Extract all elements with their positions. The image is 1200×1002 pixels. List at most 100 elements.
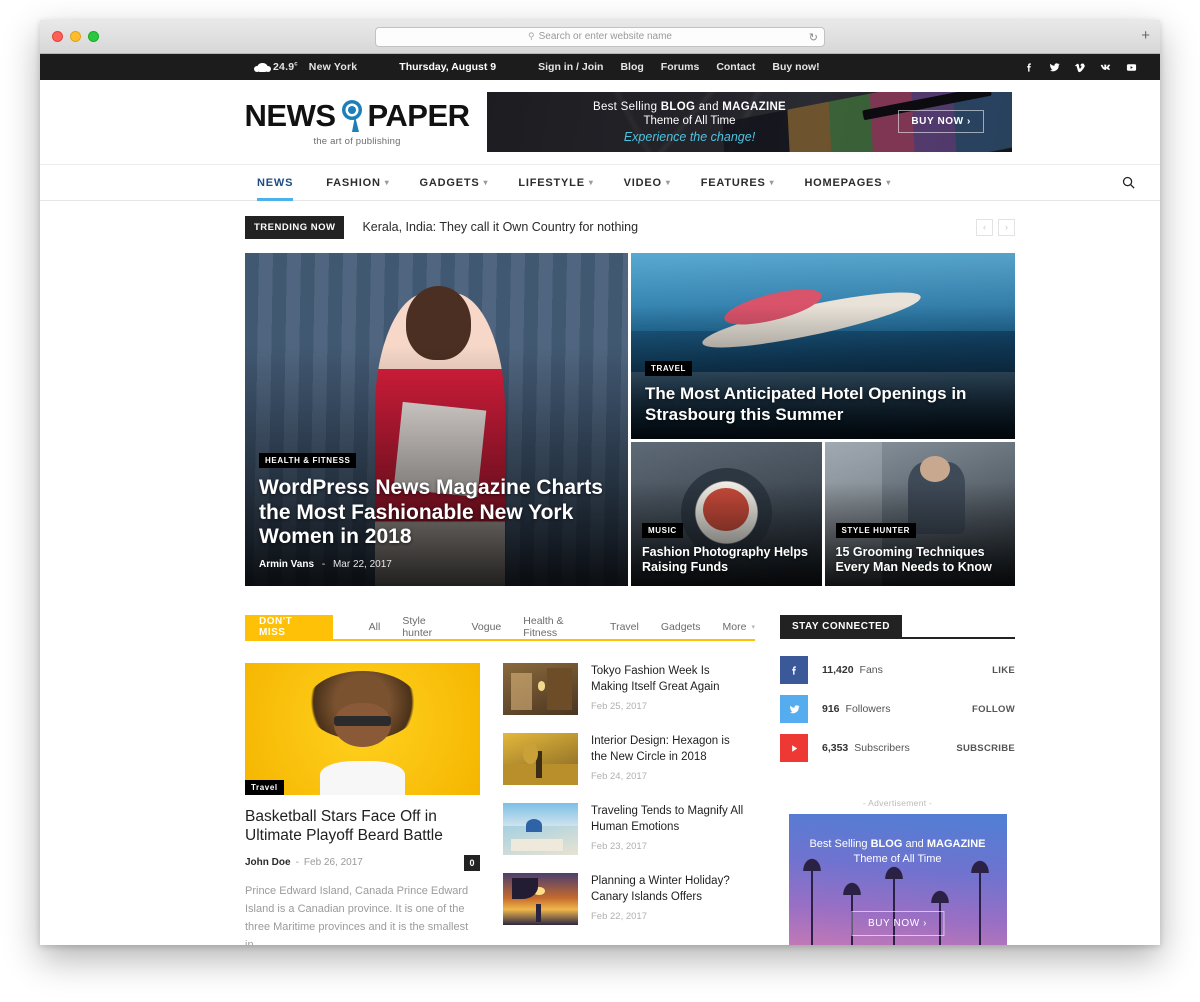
list-item-title[interactable]: Interior Design: Hexagon is the New Circ…	[591, 733, 748, 766]
main-navigation: NEWS FASHION ▾ GADGETS ▾ LIFESTYLE ▾ VID…	[40, 164, 1160, 201]
ad-buy-now-button[interactable]: BUY NOW ›	[850, 911, 945, 936]
trending-next-button[interactable]: ›	[998, 218, 1015, 236]
ad-line-1: Best Selling BLOG and MAGAZINE	[809, 838, 986, 850]
article-list: Tokyo Fashion Week Is Making Itself Grea…	[503, 663, 748, 945]
lead-article[interactable]: Travel Basketball Stars Face Off in Ulti…	[245, 663, 480, 945]
ad-line-2: Theme of All Time	[853, 853, 942, 865]
twitter-icon[interactable]	[780, 695, 808, 723]
vimeo-icon[interactable]	[1074, 62, 1086, 73]
topbar-social-links	[1024, 62, 1138, 73]
stay-connected-header: STAY CONNECTED	[780, 615, 1015, 639]
featured-main-author[interactable]: Armin Vans	[259, 559, 314, 570]
list-item-title[interactable]: Traveling Tends to Magnify All Human Emo…	[591, 803, 748, 836]
nav-search-button[interactable]	[1121, 165, 1138, 200]
trending-pager: ‹ ›	[976, 218, 1015, 236]
facebook-icon[interactable]	[780, 656, 808, 684]
featured-main-title[interactable]: WordPress News Magazine Charts the Most …	[259, 476, 614, 550]
lead-article-title[interactable]: Basketball Stars Face Off in Ultimate Pl…	[245, 807, 480, 846]
lead-article-category[interactable]: Travel	[245, 780, 284, 795]
featured-small-left-category[interactable]: MUSIC	[642, 522, 683, 538]
featured-wide-category[interactable]: TRAVEL	[645, 361, 693, 377]
twitter-icon[interactable]	[1048, 62, 1061, 73]
list-item-thumbnail	[503, 733, 578, 785]
list-item[interactable]: Interior Design: Hexagon is the New Circ…	[503, 733, 748, 785]
filter-style-hunter[interactable]: Style hunter	[402, 615, 449, 639]
browser-window: ⚲ Search or enter website name ↻ + 24.9c…	[40, 20, 1160, 945]
featured-wide-article[interactable]: TRAVEL The Most Anticipated Hotel Openin…	[631, 253, 1015, 439]
lead-article-author[interactable]: John Doe	[245, 857, 291, 868]
list-item-title[interactable]: Planning a Winter Holiday? Canary Island…	[591, 873, 748, 906]
facebook-label: Fans	[859, 664, 883, 676]
site-logo[interactable]: NEWS PAPER the art of publishing	[245, 98, 471, 147]
palm-tree-icon	[963, 851, 996, 945]
list-item[interactable]: Traveling Tends to Magnify All Human Emo…	[503, 803, 748, 855]
youtube-icon[interactable]	[1125, 62, 1138, 73]
social-counter-youtube: 6,353 Subscribers SUBSCRIBE	[780, 734, 1015, 762]
browser-chrome: ⚲ Search or enter website name ↻ +	[40, 20, 1160, 54]
vk-icon[interactable]	[1099, 62, 1112, 73]
nav-item-lifestyle[interactable]: LIFESTYLE ▾	[503, 165, 608, 200]
close-window-button[interactable]	[52, 31, 63, 42]
filter-travel[interactable]: Travel	[610, 621, 639, 633]
twitter-label: Followers	[845, 703, 891, 715]
list-item-thumbnail	[503, 803, 578, 855]
minimize-window-button[interactable]	[70, 31, 81, 42]
filter-health-fitness[interactable]: Health & Fitness	[523, 615, 588, 639]
address-bar[interactable]: ⚲ Search or enter website name ↻	[375, 26, 825, 47]
twitter-follow-button[interactable]: FOLLOW	[972, 704, 1015, 715]
topbar-link-signin[interactable]: Sign in / Join	[538, 61, 603, 73]
nav-item-features[interactable]: FEATURES ▾	[686, 165, 790, 200]
sidebar-advertisement[interactable]: Best Selling BLOG and MAGAZINE Theme of …	[788, 814, 1007, 945]
lower-section: DON'T MISS All Style hunter Vogue Health…	[245, 615, 1015, 945]
featured-small-left-article[interactable]: MUSIC Fashion Photography Helps Raising …	[631, 442, 822, 586]
nav-item-homepages[interactable]: HOMEPAGES ▾	[789, 165, 906, 200]
trending-headline[interactable]: Kerala, India: They call it Own Country …	[362, 220, 638, 234]
maximize-window-button[interactable]	[88, 31, 99, 42]
lead-article-comment-count[interactable]: 0	[464, 854, 480, 871]
reload-icon[interactable]: ↻	[809, 31, 818, 44]
topbar-link-forums[interactable]: Forums	[661, 61, 700, 73]
sidebar: STAY CONNECTED 11,420 Fans LIKE 916 Foll…	[780, 615, 1015, 945]
banner-line-1: Best Selling BLOG and MAGAZINE	[592, 100, 787, 113]
topbar-link-blog[interactable]: Blog	[620, 61, 643, 73]
list-item-title[interactable]: Tokyo Fashion Week Is Making Itself Grea…	[591, 663, 748, 696]
filter-gadgets[interactable]: Gadgets	[661, 621, 701, 633]
twitter-count: 916	[822, 703, 840, 715]
new-tab-button[interactable]: +	[1141, 28, 1150, 43]
nav-item-video[interactable]: VIDEO ▾	[609, 165, 686, 200]
list-item[interactable]: Planning a Winter Holiday? Canary Island…	[503, 873, 748, 925]
facebook-count: 11,420	[822, 664, 854, 676]
list-item[interactable]: Tokyo Fashion Week Is Making Itself Grea…	[503, 663, 748, 715]
featured-small-right-title[interactable]: 15 Grooming Techniques Every Man Needs t…	[836, 545, 1005, 576]
featured-small-left-title[interactable]: Fashion Photography Helps Raising Funds	[642, 545, 811, 576]
chevron-down-icon: ▾	[665, 178, 671, 187]
chevron-down-icon: ▾	[751, 624, 755, 631]
weather-city: New York	[308, 61, 358, 73]
facebook-like-button[interactable]: LIKE	[992, 665, 1015, 676]
facebook-icon[interactable]	[1024, 62, 1035, 73]
social-counter-facebook: 11,420 Fans LIKE	[780, 656, 1015, 684]
nav-item-news[interactable]: NEWS	[257, 165, 311, 201]
youtube-icon[interactable]	[780, 734, 808, 762]
lead-article-image[interactable]: Travel	[245, 663, 480, 795]
filter-more-label: More	[722, 621, 747, 633]
topbar-link-buynow[interactable]: Buy now!	[772, 61, 819, 73]
featured-wide-title[interactable]: The Most Anticipated Hotel Openings in S…	[645, 384, 1001, 425]
featured-main-article[interactable]: HEALTH & FITNESS WordPress News Magazine…	[245, 253, 628, 586]
featured-main-category[interactable]: HEALTH & FITNESS	[259, 453, 357, 469]
topbar-link-contact[interactable]: Contact	[716, 61, 755, 73]
chevron-down-icon: ▾	[588, 178, 594, 187]
nav-item-gadgets[interactable]: GADGETS ▾	[405, 165, 504, 200]
nav-item-fashion[interactable]: FASHION ▾	[311, 165, 404, 200]
filter-more[interactable]: More ▾	[723, 621, 755, 633]
filter-vogue[interactable]: Vogue	[471, 621, 501, 633]
banner-buy-now-button[interactable]: BUY NOW ›	[898, 110, 984, 133]
trending-prev-button[interactable]: ‹	[976, 218, 993, 236]
chevron-down-icon: ▾	[886, 178, 892, 187]
featured-small-right-category[interactable]: STYLE HUNTER	[835, 522, 917, 538]
header-ad-banner[interactable]: Best Selling BLOG and MAGAZINE Theme of …	[487, 92, 1012, 152]
featured-small-right-article[interactable]: STYLE HUNTER 15 Grooming Techniques Ever…	[824, 442, 1015, 586]
youtube-subscribe-button[interactable]: SUBSCRIBE	[956, 743, 1015, 754]
filter-all[interactable]: All	[369, 621, 381, 633]
dont-miss-tab[interactable]: DON'T MISS	[245, 615, 333, 639]
